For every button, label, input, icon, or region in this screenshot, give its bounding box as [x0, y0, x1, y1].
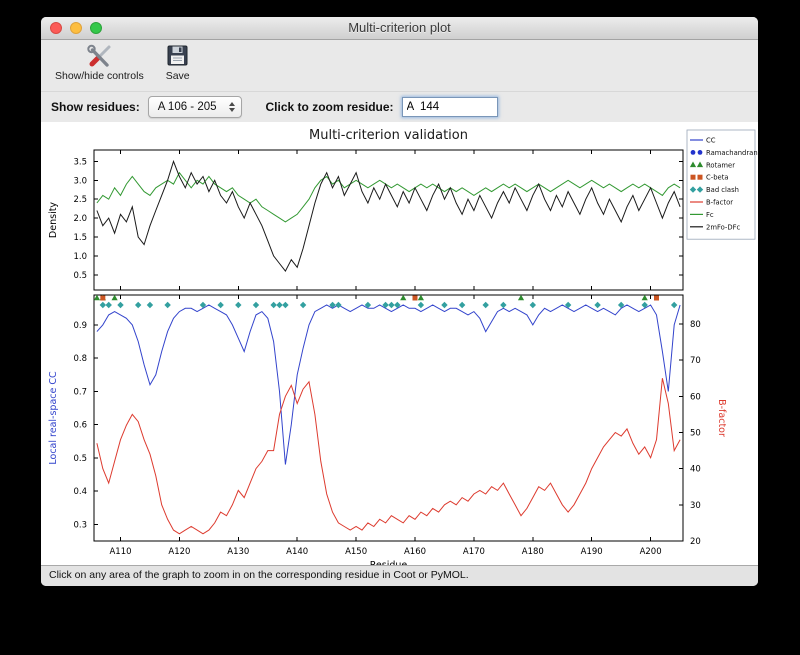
svg-text:80: 80: [690, 320, 701, 330]
svg-text:60: 60: [690, 392, 701, 402]
tools-icon: [87, 44, 111, 67]
svg-text:Fc: Fc: [706, 211, 714, 219]
svg-text:2.0: 2.0: [73, 214, 87, 224]
svg-text:A130: A130: [227, 547, 249, 557]
status-text: Click on any area of the graph to zoom i…: [49, 569, 469, 581]
show-residues-label: Show residues:: [51, 100, 140, 114]
stepper-arrows-icon: [226, 102, 238, 112]
svg-text:40: 40: [690, 465, 701, 475]
multi-criterion-plot-window: Multi-criterion plot Show/hide controls …: [41, 17, 758, 586]
show-hide-controls-label: Show/hide controls: [55, 70, 144, 82]
svg-text:C-beta: C-beta: [706, 174, 729, 182]
svg-text:0.3: 0.3: [73, 520, 87, 530]
residue-range-dropdown[interactable]: A 106 - 205: [147, 96, 242, 118]
svg-text:30: 30: [690, 501, 701, 511]
plot-area[interactable]: Multi-criterion validation 0.5 1.0 1.5 2.0 2.…: [41, 122, 758, 565]
svg-text:2mFo-DFc: 2mFo-DFc: [706, 223, 740, 231]
toolbar: Show/hide controls Save: [41, 40, 758, 91]
svg-text:1.0: 1.0: [73, 252, 87, 262]
svg-text:A190: A190: [581, 547, 603, 557]
window-titlebar[interactable]: Multi-criterion plot: [41, 17, 758, 40]
svg-text:70: 70: [690, 356, 701, 366]
svg-text:0.7: 0.7: [73, 387, 87, 397]
svg-text:A160: A160: [404, 547, 426, 557]
desktop: { "window": { "title": "Multi-criterion …: [0, 0, 800, 655]
svg-text:A180: A180: [522, 547, 544, 557]
svg-text:0.6: 0.6: [73, 421, 87, 431]
svg-text:Local real-space CC: Local real-space CC: [48, 371, 59, 465]
svg-text:A170: A170: [463, 547, 485, 557]
zoom-residue-input[interactable]: [401, 97, 498, 117]
controls-bar: Show residues: A 106 - 205 Click to zoom…: [41, 91, 758, 122]
svg-text:0.5: 0.5: [73, 454, 87, 464]
residue-range-value: A 106 - 205: [157, 101, 217, 113]
show-hide-controls-button[interactable]: Show/hide controls: [55, 43, 144, 82]
svg-text:Bad clash: Bad clash: [706, 186, 739, 194]
validation-figure[interactable]: Multi-criterion validation 0.5 1.0 1.5 2.0 2.…: [41, 122, 758, 565]
svg-text:1.5: 1.5: [73, 233, 87, 243]
svg-text:A110: A110: [109, 547, 131, 557]
save-button[interactable]: Save: [166, 43, 190, 82]
svg-text:B-factor: B-factor: [716, 399, 727, 437]
svg-text:3.0: 3.0: [73, 176, 87, 186]
svg-text:Multi-criterion validation: Multi-criterion validation: [309, 128, 468, 143]
status-bar: Click on any area of the graph to zoom i…: [41, 565, 758, 586]
svg-text:A200: A200: [640, 547, 662, 557]
window-title: Multi-criterion plot: [348, 20, 451, 35]
svg-text:Rotamer: Rotamer: [706, 161, 735, 169]
svg-text:0.8: 0.8: [73, 354, 87, 364]
svg-text:Density: Density: [48, 202, 59, 238]
svg-text:3.5: 3.5: [73, 157, 87, 167]
svg-text:50: 50: [690, 428, 701, 438]
zoom-residue-label: Click to zoom residue:: [265, 100, 394, 114]
svg-text:20: 20: [690, 537, 701, 547]
svg-text:CC: CC: [706, 137, 716, 145]
save-icon: [167, 45, 188, 66]
save-label: Save: [165, 70, 190, 82]
svg-text:0.9: 0.9: [73, 321, 87, 331]
svg-text:0.4: 0.4: [73, 487, 87, 497]
svg-text:A140: A140: [286, 547, 308, 557]
svg-text:2.5: 2.5: [73, 195, 87, 205]
svg-text:A150: A150: [345, 547, 367, 557]
svg-text:Ramachandran: Ramachandran: [706, 149, 758, 157]
svg-text:0.5: 0.5: [73, 271, 87, 281]
svg-text:B-factor: B-factor: [706, 199, 733, 207]
svg-text:A120: A120: [168, 547, 190, 557]
